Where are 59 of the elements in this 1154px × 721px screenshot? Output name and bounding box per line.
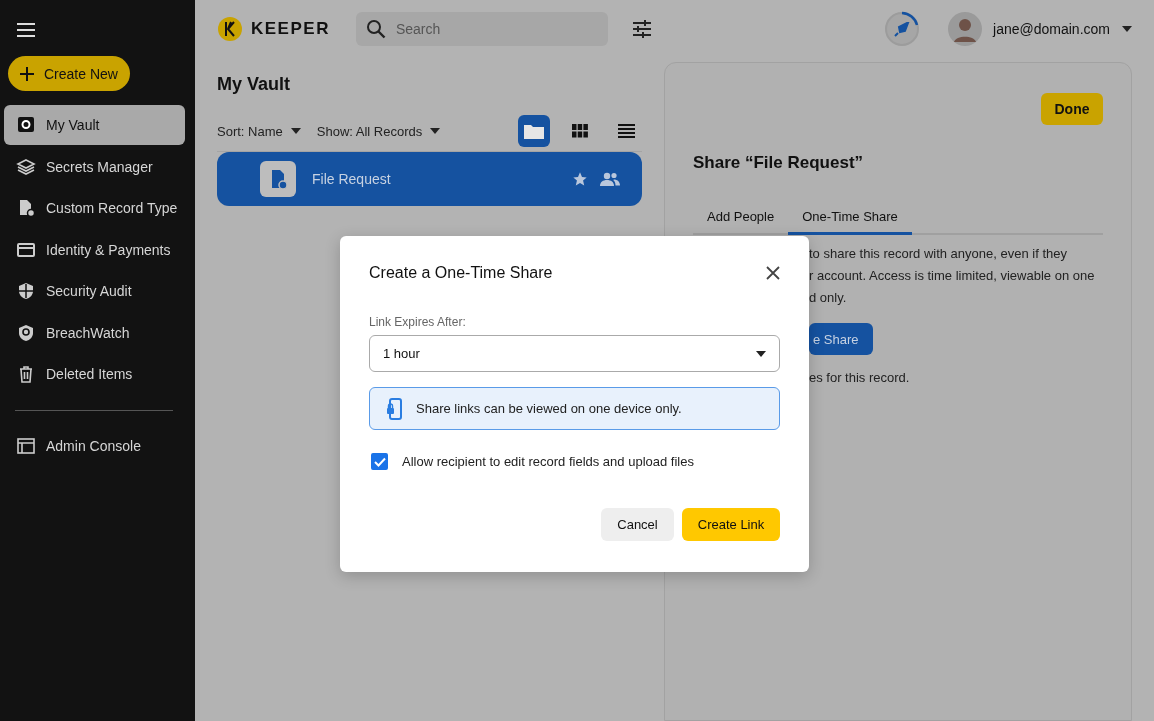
caret-icon <box>1122 26 1132 32</box>
phone-lock-icon <box>386 397 402 420</box>
panel-title: Share “File Request” <box>693 153 865 173</box>
star-icon[interactable] <box>572 171 588 187</box>
document-gear-icon <box>260 161 296 197</box>
grid-icon <box>572 124 588 138</box>
sidebar-item[interactable]: Secrets Manager <box>4 146 185 187</box>
sort-dropdown[interactable]: Sort: Name <box>217 123 301 139</box>
sidebar-item[interactable]: Deleted Items <box>4 354 185 394</box>
menu-icon[interactable] <box>17 23 35 37</box>
tab[interactable]: One-Time Share <box>788 201 912 235</box>
folder-view-button[interactable] <box>518 115 550 147</box>
record-row[interactable]: File Request <box>217 152 642 206</box>
filter-icon[interactable] <box>631 20 652 38</box>
caret-icon <box>756 350 766 357</box>
account-menu[interactable]: jane@domain.com <box>990 21 1132 37</box>
close-icon[interactable] <box>766 266 780 280</box>
caret-icon <box>430 128 441 134</box>
sidebar-item[interactable]: My Vault <box>4 105 185 145</box>
description-text: r account. Access is time limited, viewable on one <box>809 267 1096 285</box>
info-text: Share links can be viewed on one device only. <box>416 401 682 416</box>
dialog-title: Create a One-Time Share <box>369 264 553 282</box>
share-button[interactable]: e Share <box>809 323 873 355</box>
sidebar-item[interactable]: Identity & Payments <box>4 229 185 270</box>
description-text: d only. <box>809 289 848 307</box>
layout-icon <box>16 435 36 456</box>
checkbox[interactable] <box>371 453 388 470</box>
expiry-select[interactable]: 1 hour <box>369 335 780 372</box>
filter-dropdown[interactable]: Show: All Records <box>316 123 441 139</box>
create-new-button[interactable]: Create New <box>8 56 130 91</box>
people-icon[interactable] <box>600 171 620 187</box>
tab[interactable]: Add People <box>693 201 789 235</box>
sidebar-item[interactable]: BreachWatch <box>4 312 185 353</box>
page-title: My Vault <box>217 74 292 95</box>
cancel-button[interactable]: Cancel <box>601 508 674 541</box>
create-link-button[interactable]: Create Link <box>682 508 780 541</box>
plus-icon <box>20 66 34 81</box>
layers-icon <box>16 156 36 177</box>
caret-icon <box>290 128 301 134</box>
avatar-icon[interactable] <box>948 12 983 46</box>
logo-icon <box>217 16 243 42</box>
checkbox-label: Allow recipient to edit record fields and upload files <box>402 454 694 469</box>
shield-eye-icon <box>16 322 36 343</box>
sidebar-item[interactable]: Security Audit <box>4 271 185 311</box>
rocket-icon[interactable] <box>884 11 921 47</box>
list-icon <box>617 124 635 138</box>
search-field[interactable]: Search <box>355 12 608 46</box>
folder-icon <box>524 123 544 139</box>
field-label: Link Expires After: <box>369 315 467 329</box>
sidebar-item[interactable]: Admin Console <box>4 425 185 466</box>
logo-text: KEEPER <box>251 19 330 39</box>
search-icon <box>365 19 386 39</box>
sidebar-item[interactable]: Custom Record Type <box>4 188 185 228</box>
footer-text: es for this record. <box>809 369 911 387</box>
record-title: File Request <box>312 171 391 187</box>
done-button[interactable]: Done <box>1041 93 1103 125</box>
description-text: to share this record with anyone, even if they <box>809 245 1068 263</box>
vault-icon <box>16 115 36 135</box>
shield-icon <box>16 281 36 301</box>
